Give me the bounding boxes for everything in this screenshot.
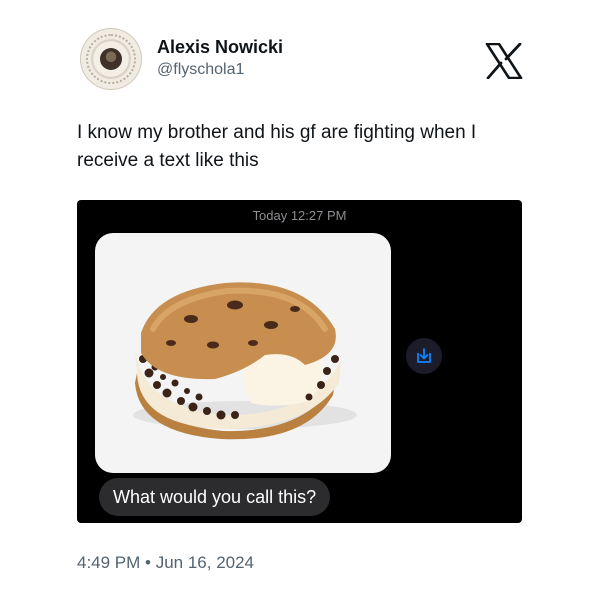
message-time: Today 12:27 PM xyxy=(252,208,347,223)
tweet-timestamp[interactable]: 4:49 PM • Jun 16, 2024 xyxy=(77,553,254,573)
image-bubble[interactable] xyxy=(95,233,391,473)
message-screenshot[interactable]: Today 12:27 PM What would you call this? xyxy=(77,200,522,523)
message-bubble[interactable]: What would you call this? xyxy=(99,478,331,516)
save-image-button[interactable] xyxy=(406,338,442,374)
avatar-photo xyxy=(100,48,122,70)
tweet-text: I know my brother and his gf are fightin… xyxy=(77,122,477,171)
avatar[interactable] xyxy=(80,28,142,90)
author-handle[interactable]: @flyschola1 xyxy=(157,61,244,79)
x-logo-icon[interactable] xyxy=(485,43,523,79)
author-name[interactable]: Alexis Nowicki xyxy=(157,37,283,58)
cookie-sandwich-image xyxy=(133,282,357,440)
download-icon xyxy=(417,348,431,363)
